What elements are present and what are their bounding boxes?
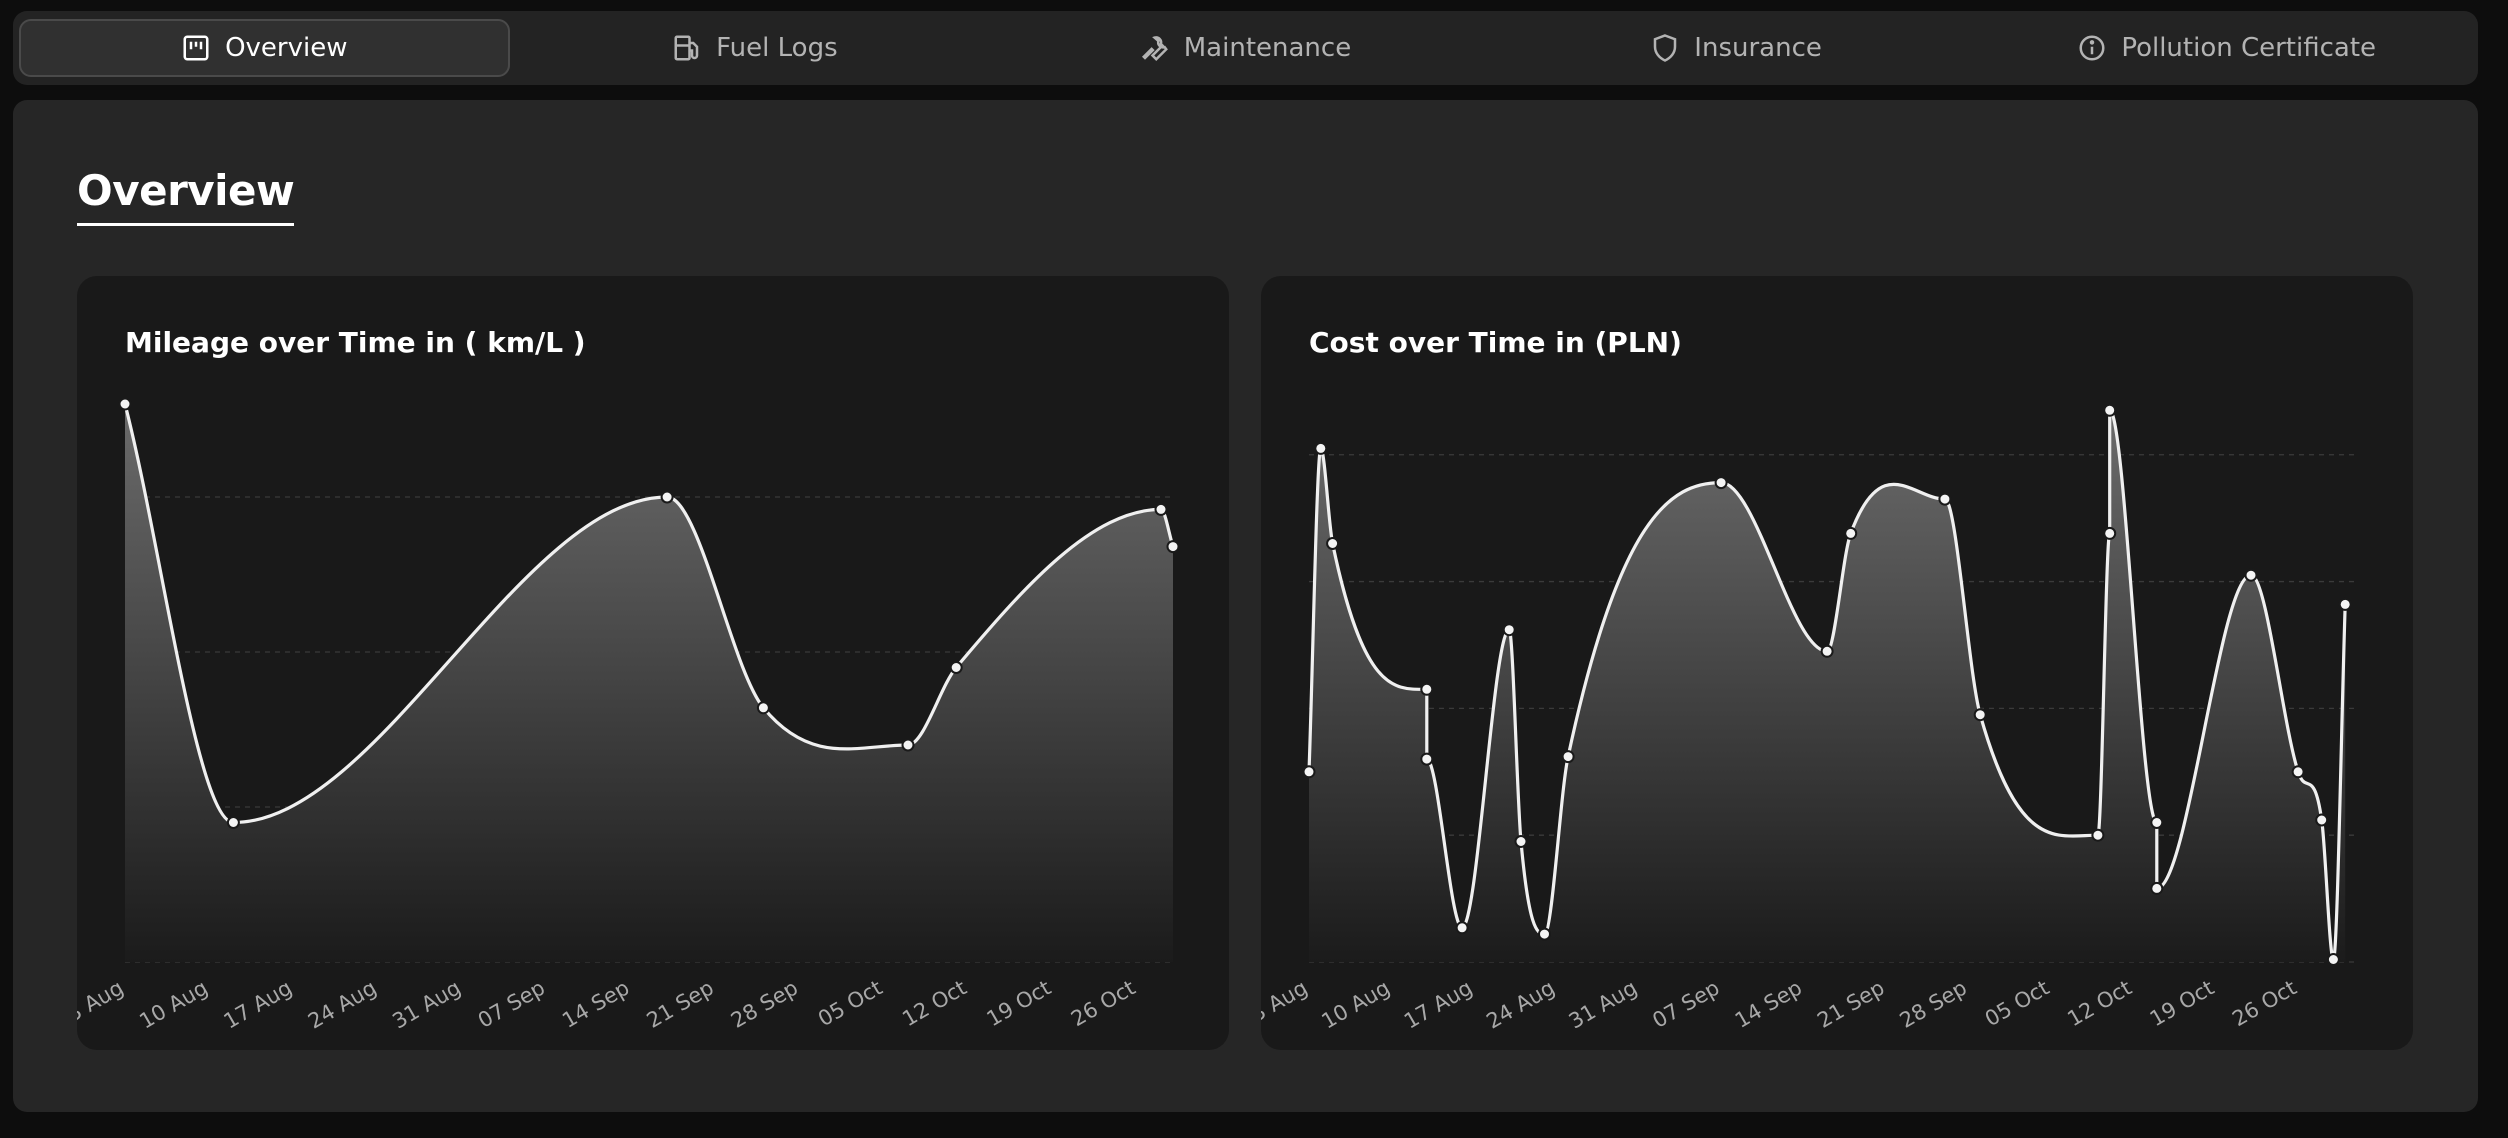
x-tick-label: 12 Oct <box>2063 976 2135 1032</box>
data-point[interactable] <box>901 738 915 752</box>
x-tick-label: 31 Aug <box>1565 976 1641 1034</box>
data-point[interactable] <box>1302 765 1316 779</box>
data-point[interactable] <box>1154 502 1168 516</box>
shield-icon <box>1654 34 1677 62</box>
data-point[interactable] <box>2091 828 2105 842</box>
x-tick-label: 21 Sep <box>643 976 718 1033</box>
data-point[interactable] <box>660 490 674 504</box>
data-point[interactable] <box>1538 927 1551 941</box>
data-point[interactable] <box>1714 476 1728 490</box>
tab-label: Pollution Certificate <box>2121 33 2377 63</box>
data-point[interactable] <box>1938 492 1952 506</box>
x-tick-label: 07 Sep <box>1648 976 1723 1033</box>
tab-label: Overview <box>225 33 348 63</box>
data-point[interactable] <box>1314 441 1328 455</box>
x-tick-label: 21 Sep <box>1813 976 1888 1033</box>
area-fill <box>1309 410 2346 962</box>
x-tick-label: 17 Aug <box>1400 976 1476 1034</box>
tab-label: Insurance <box>1694 33 1822 63</box>
mileage-chart: 03 Aug 10 Aug 17 Aug 24 Aug 31 Aug 07 Sep 14 S… <box>77 397 1180 1034</box>
data-point[interactable] <box>1420 752 1434 766</box>
data-point[interactable] <box>1166 540 1180 554</box>
data-point[interactable] <box>2291 765 2305 779</box>
cost-chart: 03 Aug 10 Aug 17 Aug 24 Aug 31 Aug 07 Sep 14 S… <box>1261 403 2357 1034</box>
x-tick-label: 14 Sep <box>1731 976 1806 1033</box>
info-circle-icon <box>2079 35 2105 61</box>
data-point[interactable] <box>2103 526 2117 540</box>
wrench-icon <box>1141 36 1168 62</box>
x-tick-label: 31 Aug <box>388 976 464 1034</box>
x-tick-label: 05 Oct <box>1981 976 2053 1032</box>
data-point[interactable] <box>1820 644 1834 658</box>
tab-pollution-certificate[interactable]: Pollution Certificate <box>1981 19 2472 77</box>
data-point[interactable] <box>2244 568 2258 582</box>
data-point[interactable] <box>2150 816 2164 829</box>
data-point[interactable] <box>1502 623 1516 637</box>
data-point[interactable] <box>2103 403 2117 417</box>
area-fill <box>125 404 1173 962</box>
data-point[interactable] <box>2338 597 2352 611</box>
x-tick-label: 05 Oct <box>814 976 886 1032</box>
x-tick-label: 26 Oct <box>2228 976 2300 1032</box>
x-tick-label: 07 Sep <box>474 976 549 1033</box>
x-tick-label: 19 Oct <box>2146 976 2218 1032</box>
data-point[interactable] <box>1455 921 1469 935</box>
data-point[interactable] <box>1973 708 1987 722</box>
tab-label: Maintenance <box>1183 33 1352 63</box>
x-tick-label: 26 Oct <box>1067 976 1139 1032</box>
data-point[interactable] <box>1561 750 1575 764</box>
tab-maintenance[interactable]: Maintenance <box>1000 19 1491 77</box>
cost-chart-card: Cost over Time in (PLN) 03 Aug 10 Aug 17 A… <box>1261 276 2413 1050</box>
data-point[interactable] <box>2315 813 2329 827</box>
x-tick-label: 03 Aug <box>77 976 127 1034</box>
data-point[interactable] <box>1326 537 1340 550</box>
page-title: Overview <box>77 166 295 226</box>
tab-bar: Overview Fuel Logs Maintenance Insurance… <box>13 11 2478 85</box>
data-point[interactable] <box>1420 682 1434 696</box>
fuel-pump-icon <box>674 35 699 61</box>
data-point[interactable] <box>226 816 240 829</box>
x-tick-label: 10 Aug <box>135 976 211 1034</box>
x-tick-label: 28 Sep <box>1896 976 1971 1033</box>
x-tick-label: 24 Aug <box>1482 976 1558 1034</box>
main-panel: Overview Mileage over Time in ( km/L ) 0… <box>13 100 2478 1112</box>
mileage-chart-card: Mileage over Time in ( km/L ) 03 Aug 10 A… <box>77 276 1229 1050</box>
data-point[interactable] <box>1844 526 1858 540</box>
x-tick-label: 12 Oct <box>898 976 970 1032</box>
tab-fuel-logs[interactable]: Fuel Logs <box>510 19 1001 77</box>
data-point[interactable] <box>118 397 132 411</box>
data-point[interactable] <box>2326 953 2340 966</box>
tab-overview[interactable]: Overview <box>19 19 510 77</box>
tab-label: Fuel Logs <box>716 33 838 63</box>
data-point[interactable] <box>2150 881 2164 895</box>
x-tick-label: 14 Sep <box>558 976 633 1033</box>
data-point[interactable] <box>756 701 770 715</box>
x-tick-label: 28 Sep <box>727 976 802 1033</box>
x-tick-label: 10 Aug <box>1317 976 1393 1034</box>
x-tick-label: 19 Oct <box>983 976 1055 1032</box>
data-point[interactable] <box>949 661 963 674</box>
x-tick-label: 03 Aug <box>1261 976 1312 1034</box>
x-tick-label: 24 Aug <box>304 976 380 1034</box>
x-tick-label: 17 Aug <box>220 976 296 1034</box>
overview-icon <box>183 35 209 61</box>
data-point[interactable] <box>1514 835 1528 848</box>
tab-insurance[interactable]: Insurance <box>1491 19 1982 77</box>
